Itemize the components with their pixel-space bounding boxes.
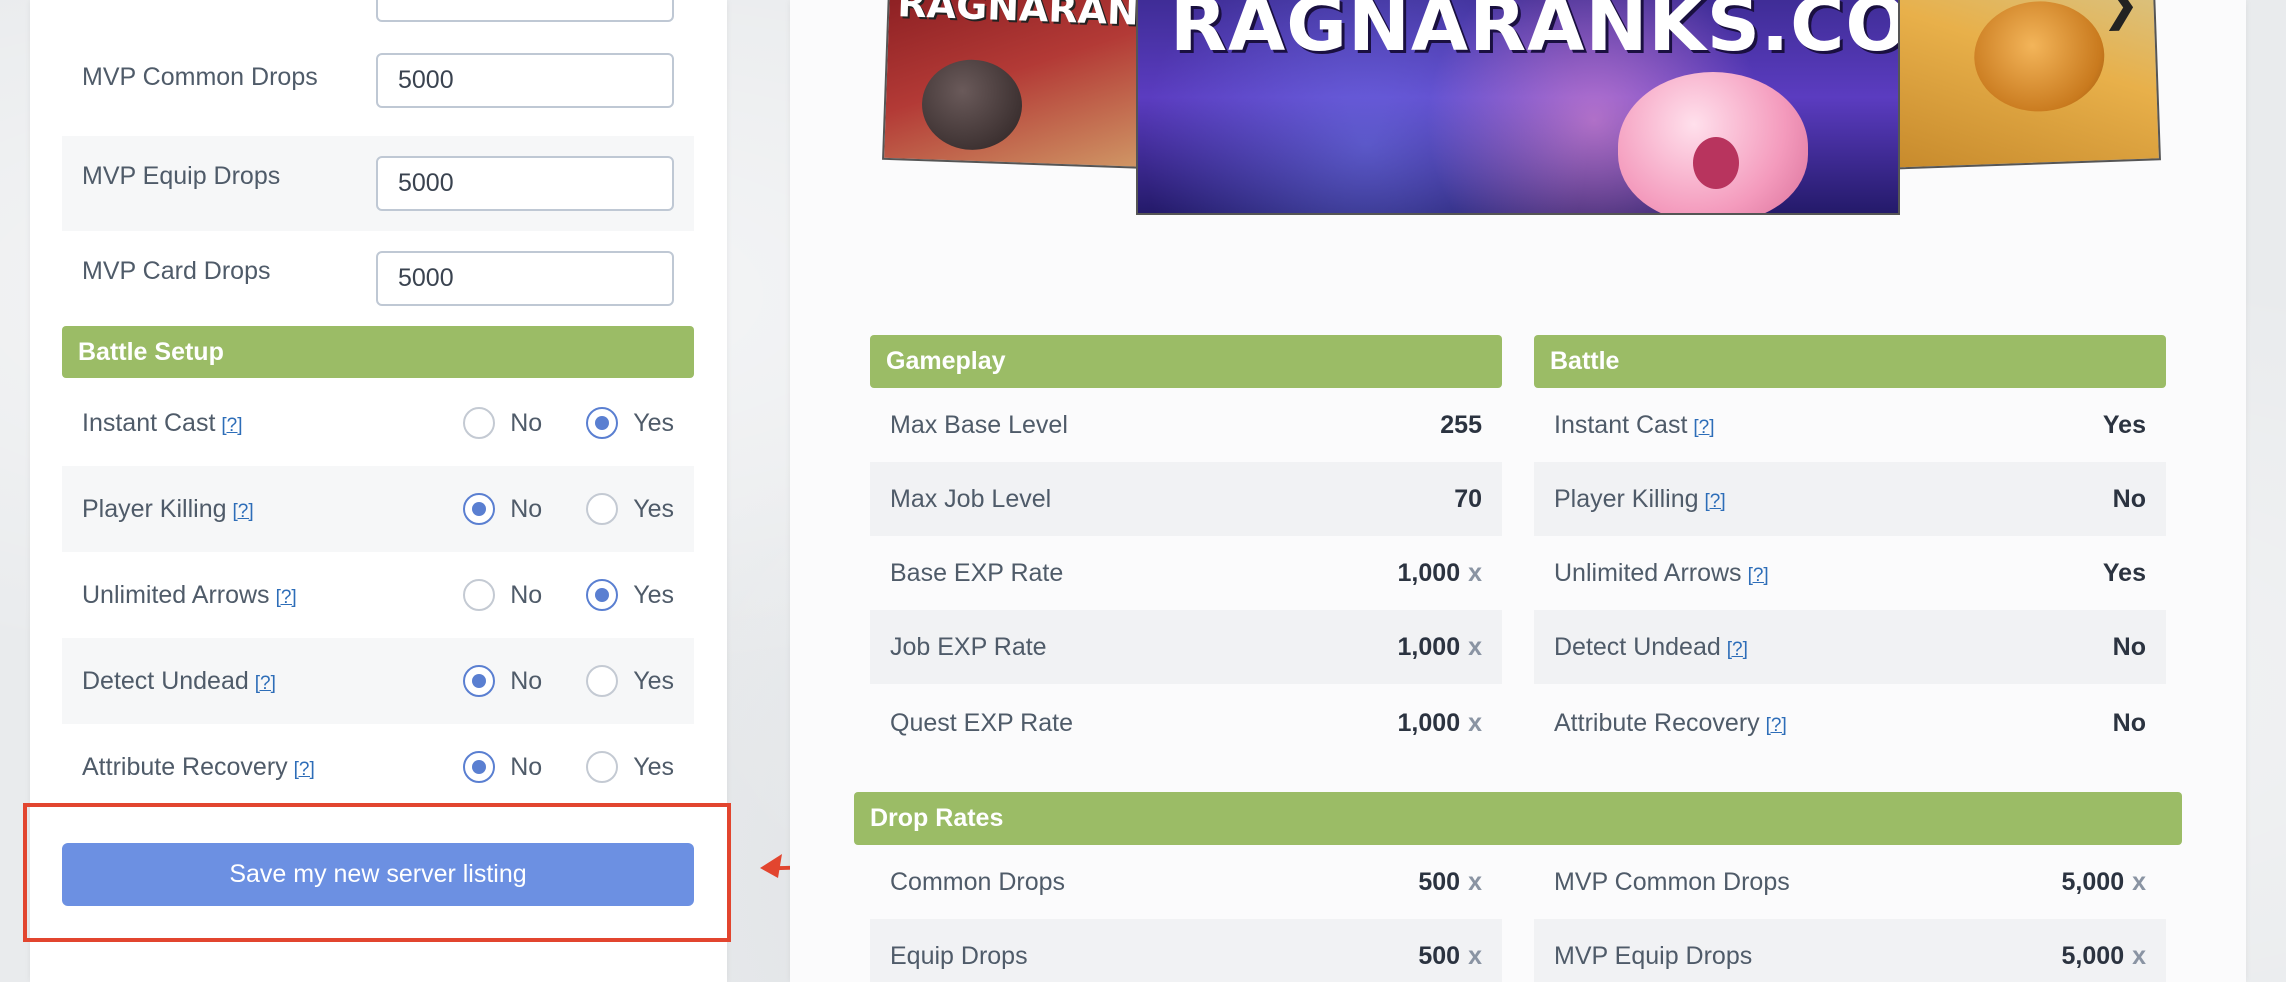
battle-row: Player Killing [?] No [1534,462,2166,536]
gameplay-row: Max Job Level 70 [870,462,1502,536]
form-row-mvp-common: MVP Common Drops 5000 [62,32,694,128]
instant-cast-yes-option[interactable]: Yes [586,407,674,439]
radio-yes-checked-icon[interactable] [586,407,619,439]
option-row-player-killing: Player Killing [?] No Yes [62,466,694,552]
battle-row: Instant Cast [?] Yes [1554,410,2146,439]
mvp-card-drops-input[interactable]: 5000 [376,251,674,306]
battle-row: Unlimited Arrows [?] Yes [1554,558,2146,587]
gameplay-row: Quest EXP Rate 1,000 x [890,708,1482,737]
battle-row: Attribute Recovery [?] No [1554,708,2146,737]
mvp-common-drops-label: MVP Common Drops [82,63,318,91]
gameplay-row: Base EXP Rate 1,000 x [890,558,1482,587]
listing-preview-panel: RAGNARANKS ❯ RAGNARANKS.COM Gameplay Max… [790,0,2246,982]
partial-drop-input[interactable]: 500 [376,0,674,22]
unlimited-arrows-help-link[interactable]: [?] [276,587,297,608]
attribute-recovery-label: Attribute Recovery [82,752,288,781]
detect-undead-help-link[interactable]: [?] [255,673,276,694]
radio-no-icon[interactable] [463,407,496,439]
radio-no-icon[interactable] [463,579,496,611]
radio-yes-checked-icon[interactable] [586,579,619,611]
drop-row: Common Drops 500 x [890,867,1482,896]
form-row-partial: 500 [62,0,694,22]
help-link[interactable]: [?] [1705,491,1726,512]
mvp-equip-drops-label: MVP Equip Drops [82,162,281,190]
radio-yes-icon[interactable] [586,665,619,697]
instant-cast-no-option[interactable]: No [463,407,542,439]
help-link[interactable]: [?] [1766,715,1787,736]
player-killing-label: Player Killing [82,494,227,523]
radio-no-checked-icon[interactable] [463,751,496,783]
unlimited-arrows-label: Unlimited Arrows [82,580,270,609]
detect-undead-label: Detect Undead [82,666,249,695]
mvp-equip-drops-input[interactable]: 5000 [376,156,674,211]
attribute-recovery-help-link[interactable]: [?] [294,759,315,780]
mvp-common-drops-input[interactable]: 5000 [376,52,674,108]
radio-yes-icon[interactable] [586,751,619,783]
unlimited-arrows-no-option[interactable]: No [463,579,542,611]
attribute-recovery-no-option[interactable]: No [463,751,542,783]
radio-no-checked-icon[interactable] [463,493,496,525]
option-row-instant-cast: Instant Cast [?] No Yes [62,380,694,466]
detect-undead-no-option[interactable]: No [463,665,542,697]
drop-row: MVP Common Drops 5,000 x [1554,867,2146,896]
form-row-mvp-equip: MVP Equip Drops 5000 [62,136,694,231]
player-killing-no-option[interactable]: No [463,493,542,525]
battle-header: Battle [1534,335,2166,388]
poring-mouth-icon [1693,137,1739,189]
drop-row: MVP Equip Drops 5,000 x [1534,919,2166,982]
gameplay-row: Job EXP Rate 1,000 x [870,610,1502,684]
banner-slide-right[interactable]: ❯ [1885,0,2161,170]
help-link[interactable]: [?] [1693,417,1714,438]
form-row-mvp-card: MVP Card Drops 5000 [62,231,694,326]
battle-setup-header: Battle Setup [62,326,694,378]
banner-slide-main[interactable]: RAGNARANKS.COM [1136,0,1900,215]
help-link[interactable]: [?] [1727,639,1748,660]
help-link[interactable]: [?] [1748,565,1769,586]
drop-row: Equip Drops 500 x [870,919,1502,982]
attribute-recovery-yes-option[interactable]: Yes [586,751,674,783]
drop-rates-header: Drop Rates [854,792,2182,845]
radio-yes-icon[interactable] [586,493,619,525]
mvp-card-drops-label: MVP Card Drops [82,257,271,285]
gameplay-header: Gameplay [870,335,1502,388]
option-row-attribute-recovery: Attribute Recovery [?] No Yes [62,724,694,810]
player-killing-help-link[interactable]: [?] [233,501,254,522]
radio-no-checked-icon[interactable] [463,665,496,697]
chevron-right-icon[interactable]: ❯ [2100,0,2140,31]
banner-main-title: RAGNARANKS.COM [1170,0,1898,68]
player-killing-yes-option[interactable]: Yes [586,493,674,525]
bomb-monster-icon [920,58,1024,152]
option-row-detect-undead: Detect Undead [?] No Yes [62,638,694,724]
instant-cast-label: Instant Cast [82,408,216,437]
detect-undead-yes-option[interactable]: Yes [586,665,674,697]
battle-row: Detect Undead [?] No [1534,610,2166,684]
pumpkin-monster-icon [1972,0,2107,114]
option-row-unlimited-arrows: Unlimited Arrows [?] No Yes [62,552,694,638]
instant-cast-help-link[interactable]: [?] [221,415,242,436]
unlimited-arrows-yes-option[interactable]: Yes [586,579,674,611]
gameplay-row: Max Base Level 255 [890,410,1482,439]
save-listing-button[interactable]: Save my new server listing [62,843,694,906]
